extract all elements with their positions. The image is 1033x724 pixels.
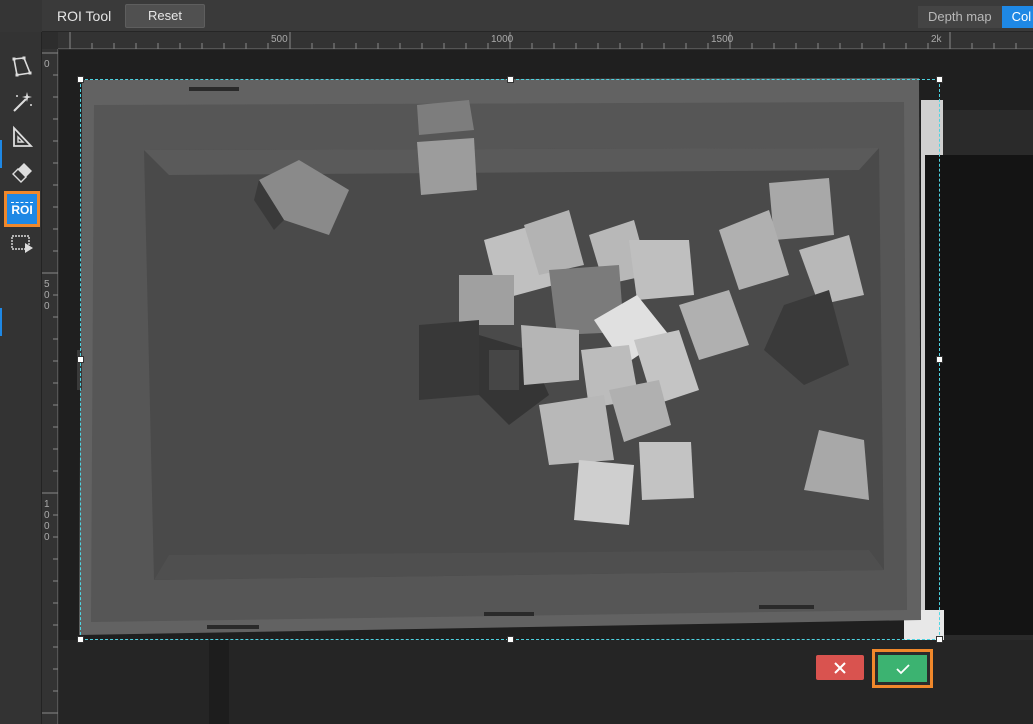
confirm-button[interactable] xyxy=(872,649,933,688)
ruler-digit: 1 xyxy=(44,499,50,510)
ruler-label: 1500 xyxy=(711,34,734,45)
resize-handle[interactable] xyxy=(936,76,943,83)
cancel-button[interactable] xyxy=(816,655,864,680)
ruler-label: 0 xyxy=(44,59,52,70)
tool-title: ROI Tool xyxy=(57,8,112,24)
toolbar-marker xyxy=(0,308,2,336)
confirm-button-body xyxy=(878,655,927,682)
ruler-label: 1 0 0 0 xyxy=(44,499,52,543)
view-tabs: Depth map Col xyxy=(918,6,1033,28)
resize-handle[interactable] xyxy=(77,76,84,83)
roi-play-icon xyxy=(11,235,33,253)
tab-depth-map[interactable]: Depth map xyxy=(918,6,1002,28)
resize-handle[interactable] xyxy=(507,76,514,83)
resize-handle[interactable] xyxy=(936,356,943,363)
polygon-select-tool[interactable] xyxy=(7,52,37,82)
tab-color[interactable]: Col xyxy=(1001,6,1033,28)
ruler-digit: 0 xyxy=(44,521,50,532)
ruler-digit: 0 xyxy=(44,301,50,312)
resize-handle[interactable] xyxy=(77,356,84,363)
resize-handle[interactable] xyxy=(77,636,84,643)
ruler-label: 5 0 0 xyxy=(44,279,52,312)
vertical-ruler: 0 5 0 0 1 0 0 0 xyxy=(42,49,58,724)
close-icon xyxy=(834,661,846,674)
left-toolbar: ROI xyxy=(0,32,42,724)
resize-handle[interactable] xyxy=(507,636,514,643)
roi-tool-window: ROI Tool Reset Depth map Col ROI 500 100… xyxy=(0,0,1033,724)
check-icon xyxy=(895,663,910,674)
magic-wand-icon xyxy=(13,92,32,112)
ruler-label: 2k xyxy=(931,34,942,45)
ruler-digit: 0 xyxy=(44,510,50,521)
eraser-icon xyxy=(12,163,32,183)
ruler-digit: 5 xyxy=(44,279,50,290)
magic-wand-tool[interactable] xyxy=(7,87,37,117)
roi-play-tool[interactable] xyxy=(7,228,37,258)
ruler-digit: 0 xyxy=(44,290,50,301)
horizontal-ruler: 500 1000 1500 2k xyxy=(58,32,1033,49)
ruler-ticks xyxy=(42,52,58,714)
image-canvas[interactable] xyxy=(59,50,1033,724)
toolbar-marker xyxy=(0,140,2,168)
ruler-label: 500 xyxy=(271,34,288,45)
ruler-ticks xyxy=(69,32,1017,49)
ruler-label: 1000 xyxy=(491,34,514,45)
polygon-select-icon xyxy=(12,56,32,77)
roi-icon: ROI xyxy=(11,201,33,217)
ruler-triangle-icon xyxy=(13,125,34,147)
top-bar: ROI Tool Reset Depth map Col xyxy=(0,0,1033,32)
reset-button[interactable]: Reset xyxy=(125,4,205,28)
ruler-triangle-tool[interactable] xyxy=(7,122,37,152)
ruler-digit: 0 xyxy=(44,532,50,543)
roi-tool[interactable]: ROI xyxy=(4,191,40,227)
resize-handle[interactable] xyxy=(936,636,943,643)
roi-selection-box[interactable] xyxy=(77,76,943,643)
eraser-tool[interactable] xyxy=(7,157,37,187)
ruler-digit: 0 xyxy=(44,59,50,70)
top-bar-corner xyxy=(0,0,42,32)
